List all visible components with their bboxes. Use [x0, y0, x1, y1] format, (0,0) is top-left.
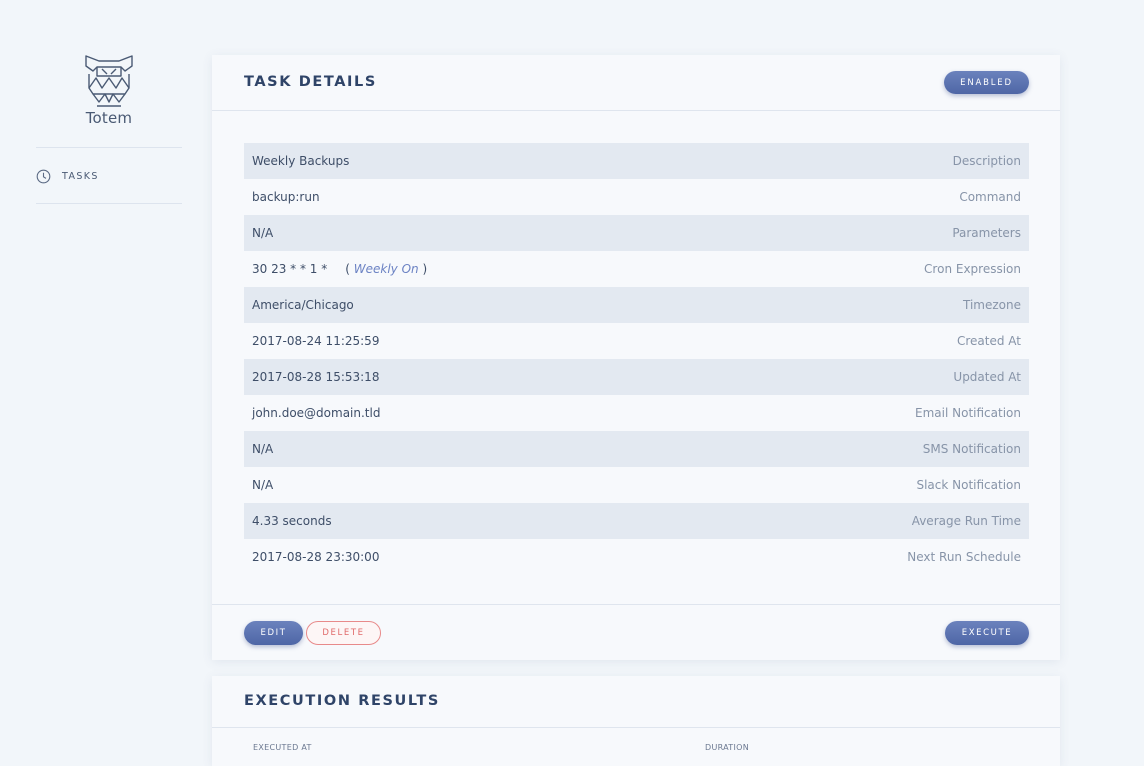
detail-label: Email Notification — [915, 406, 1021, 420]
detail-row-command: backup:run Command — [244, 179, 1029, 215]
detail-label: Description — [952, 154, 1021, 168]
cron-human-link[interactable]: Weekly On — [354, 262, 419, 276]
detail-row-created-at: 2017-08-24 11:25:59 Created At — [244, 323, 1029, 359]
detail-value: 30 23 * * 1 * — [252, 262, 328, 276]
detail-label: Slack Notification — [916, 478, 1021, 492]
detail-label: Created At — [956, 334, 1021, 348]
detail-value: john.doe@domain.tld — [252, 406, 381, 420]
detail-row-average-run-time: 4.33 seconds Average Run Time — [244, 503, 1029, 539]
detail-label: Cron Expression — [924, 262, 1021, 276]
brand[interactable]: Totem — [36, 54, 182, 127]
execution-results-header: EXECUTION RESULTS — [212, 676, 1060, 728]
details-list: Weekly Backups Description backup:run Co… — [244, 143, 1029, 575]
detail-row-cron-expression: 30 23 * * 1 * ( Weekly On ) Cron Expressi… — [244, 251, 1029, 287]
column-header-duration[interactable]: DURATION — [705, 743, 749, 752]
column-header-executed-at[interactable]: EXECUTED AT — [253, 743, 312, 752]
cron-open-paren: ( — [345, 262, 350, 276]
detail-row-slack-notification: N/A Slack Notification — [244, 467, 1029, 503]
detail-row-next-run-schedule: 2017-08-28 23:30:00 Next Run Schedule — [244, 539, 1029, 575]
task-details-card: TASK DETAILS ENABLED Weekly Backups Desc… — [212, 55, 1060, 660]
detail-row-timezone: America/Chicago Timezone — [244, 287, 1029, 323]
detail-value: N/A — [252, 442, 274, 456]
detail-value: 4.33 seconds — [252, 514, 332, 528]
sidebar-divider-top — [36, 147, 182, 148]
sidebar-item-label: TASKS — [62, 170, 99, 182]
detail-value: Weekly Backups — [252, 154, 350, 168]
cron-close-paren: ) — [422, 262, 428, 276]
detail-label: Timezone — [963, 298, 1021, 312]
detail-value: 2017-08-28 23:30:00 — [252, 550, 380, 564]
page-title: TASK DETAILS — [244, 74, 377, 90]
brand-name: Totem — [85, 109, 133, 127]
detail-row-parameters: N/A Parameters — [244, 215, 1029, 251]
detail-value: N/A — [252, 226, 274, 240]
detail-label: Average Run Time — [911, 514, 1021, 528]
sidebar-divider-bottom — [36, 203, 182, 204]
sidebar-item-tasks[interactable]: TASKS — [36, 166, 182, 186]
sidebar: Totem TASKS — [36, 0, 182, 758]
detail-label: SMS Notification — [922, 442, 1021, 456]
task-details-header: TASK DETAILS ENABLED — [212, 55, 1060, 111]
detail-value-group: 30 23 * * 1 * ( Weekly On ) — [252, 262, 427, 276]
execute-button[interactable]: EXECUTE — [945, 621, 1029, 645]
edit-button[interactable]: EDIT — [244, 621, 303, 645]
detail-label: Command — [959, 190, 1021, 204]
detail-label: Parameters — [952, 226, 1021, 240]
detail-row-sms-notification: N/A SMS Notification — [244, 431, 1029, 467]
detail-value: N/A — [252, 478, 274, 492]
task-actions-footer: EDIT DELETE EXECUTE — [212, 604, 1060, 660]
detail-value: 2017-08-24 11:25:59 — [252, 334, 380, 348]
section-title: EXECUTION RESULTS — [244, 693, 440, 709]
detail-value: backup:run — [252, 190, 320, 204]
execution-results-card: EXECUTION RESULTS EXECUTED AT DURATION — [212, 676, 1060, 766]
clock-icon — [36, 169, 51, 183]
totem-logo-icon — [85, 55, 133, 107]
detail-value: America/Chicago — [252, 298, 354, 312]
detail-label: Updated At — [953, 370, 1021, 384]
detail-value: 2017-08-28 15:53:18 — [252, 370, 380, 384]
detail-row-updated-at: 2017-08-28 15:53:18 Updated At — [244, 359, 1029, 395]
status-badge[interactable]: ENABLED — [944, 71, 1029, 94]
delete-button[interactable]: DELETE — [306, 621, 381, 645]
detail-row-description: Weekly Backups Description — [244, 143, 1029, 179]
detail-label: Next Run Schedule — [907, 550, 1021, 564]
detail-row-email-notification: john.doe@domain.tld Email Notification — [244, 395, 1029, 431]
